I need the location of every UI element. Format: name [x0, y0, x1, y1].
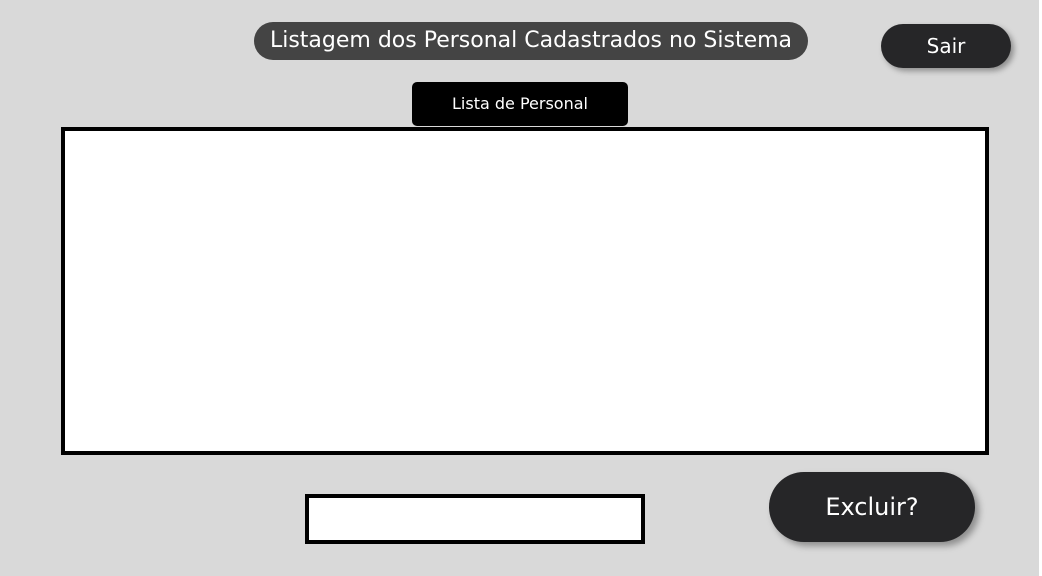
logout-button[interactable]: Sair	[881, 24, 1011, 68]
page-title: Listagem dos Personal Cadastrados no Sis…	[254, 22, 808, 60]
personal-listing-screen: Listagem dos Personal Cadastrados no Sis…	[0, 0, 1039, 576]
personal-list[interactable]	[61, 127, 989, 455]
delete-button[interactable]: Excluir?	[769, 472, 975, 542]
personal-list-label: Lista de Personal	[412, 82, 628, 126]
personal-id-input[interactable]	[305, 494, 645, 544]
